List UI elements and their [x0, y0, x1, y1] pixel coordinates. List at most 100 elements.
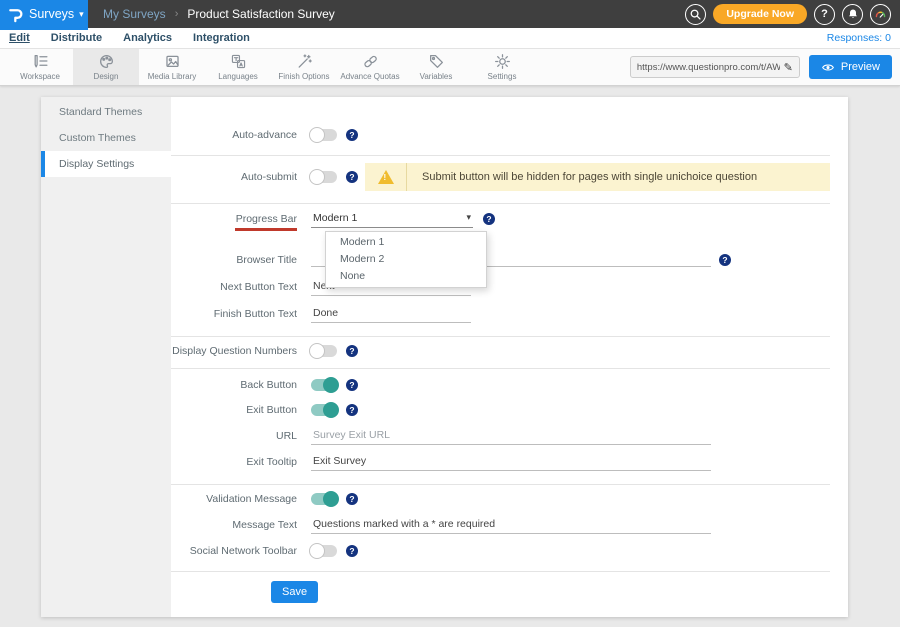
auto-submit-help-icon[interactable]	[346, 171, 358, 183]
survey-url-field[interactable]: https://www.questionpro.com/t/AW22Zh44 ✎	[630, 56, 800, 78]
message-text-label: Message Text	[171, 519, 311, 531]
divider	[171, 571, 830, 572]
toolbar-media-library-label: Media Library	[148, 72, 196, 81]
surveys-product-menu[interactable]: Surveys ▾	[0, 0, 88, 28]
design-palette-icon	[98, 53, 115, 70]
edit-url-icon[interactable]: ✎	[784, 61, 793, 74]
toolbar-advance-quotas[interactable]: Advance Quotas	[337, 49, 403, 85]
gauge-icon	[874, 8, 887, 21]
nav-tab-analytics[interactable]: Analytics	[123, 32, 172, 44]
browser-title-label: Browser Title	[171, 254, 311, 266]
auto-submit-warning: Submit button will be hidden for pages w…	[365, 163, 830, 191]
exit-url-row: URL Survey Exit URL	[171, 426, 848, 446]
nav-tab-edit[interactable]: Edit	[9, 32, 30, 44]
dropdown-option-modern-2[interactable]: Modern 2	[326, 251, 486, 268]
questionpro-logo-icon	[7, 6, 24, 23]
back-button-row: Back Button	[171, 375, 848, 395]
themes-sidebar: Standard Themes Custom Themes Display Se…	[41, 97, 171, 617]
nav-tab-distribute[interactable]: Distribute	[51, 32, 102, 44]
preview-button[interactable]: Preview	[809, 55, 892, 79]
top-header: Surveys ▾ My Surveys › Product Satisfact…	[0, 0, 900, 28]
divider	[171, 484, 830, 485]
auto-submit-label: Auto-submit	[171, 171, 311, 183]
bell-icon	[847, 8, 859, 20]
display-settings-panel: Standard Themes Custom Themes Display Se…	[41, 97, 848, 617]
divider	[171, 336, 830, 337]
progress-bar-select[interactable]: Modern 1	[311, 210, 473, 228]
validation-message-row: Validation Message	[171, 489, 848, 509]
back-button-toggle[interactable]	[311, 379, 337, 391]
message-text-input[interactable]: Questions marked with a * are required	[311, 516, 711, 534]
settings-icon	[494, 53, 511, 70]
message-text-row: Message Text Questions marked with a * a…	[171, 515, 848, 535]
notifications-button[interactable]	[842, 4, 863, 25]
progress-bar-label: Progress Bar	[171, 213, 311, 225]
sidebar-item-display-settings[interactable]: Display Settings	[41, 151, 171, 177]
usage-meter-button[interactable]	[870, 4, 891, 25]
media-library-icon	[164, 53, 181, 70]
save-button[interactable]: Save	[271, 581, 318, 603]
exit-url-label: URL	[171, 430, 311, 442]
progress-bar-row: Progress Bar Modern 1	[171, 209, 848, 229]
annotation-underline	[235, 228, 297, 231]
product-menu-label: Surveys	[29, 7, 74, 21]
validation-message-toggle[interactable]	[311, 493, 337, 505]
finish-options-icon	[296, 53, 313, 70]
exit-url-input[interactable]: Survey Exit URL	[311, 427, 711, 445]
auto-advance-toggle[interactable]	[311, 129, 337, 141]
exit-button-help-icon[interactable]	[346, 404, 358, 416]
eye-icon	[821, 62, 835, 73]
auto-submit-toggle[interactable]	[311, 171, 337, 183]
search-button[interactable]	[685, 4, 706, 25]
warning-icon-cell	[365, 163, 407, 191]
validation-message-help-icon[interactable]	[346, 493, 358, 505]
browser-title-row: Browser Title	[171, 250, 848, 270]
toolbar-design[interactable]: Design	[73, 49, 139, 85]
browser-title-help-icon[interactable]	[719, 254, 731, 266]
upgrade-now-button[interactable]: Upgrade Now	[713, 4, 807, 24]
toolbar-finish-options[interactable]: Finish Options	[271, 49, 337, 85]
progress-bar-help-icon[interactable]	[483, 213, 495, 225]
workspace-icon	[32, 53, 49, 70]
finish-button-text-label: Finish Button Text	[171, 308, 311, 320]
social-network-toolbar-help-icon[interactable]	[346, 545, 358, 557]
toolbar-finish-options-label: Finish Options	[278, 72, 329, 81]
finish-button-text-input[interactable]: Done	[311, 305, 471, 323]
auto-advance-help-icon[interactable]	[346, 129, 358, 141]
divider	[171, 203, 830, 204]
help-button[interactable]: ?	[814, 4, 835, 25]
languages-icon	[230, 53, 247, 70]
display-question-numbers-help-icon[interactable]	[346, 345, 358, 357]
exit-tooltip-input[interactable]: Exit Survey	[311, 453, 711, 471]
toolbar-media-library[interactable]: Media Library	[139, 49, 205, 85]
caret-down-icon: ▾	[79, 9, 84, 20]
social-network-toolbar-toggle[interactable]	[311, 545, 337, 557]
preview-button-label: Preview	[841, 61, 880, 73]
breadcrumb-my-surveys[interactable]: My Surveys	[103, 7, 166, 21]
sidebar-item-custom-themes[interactable]: Custom Themes	[41, 125, 171, 151]
toolbar-design-label: Design	[94, 72, 119, 81]
display-settings-form: Auto-advance Auto-submit Submit button w…	[171, 97, 848, 617]
back-button-help-icon[interactable]	[346, 379, 358, 391]
toolbar-languages[interactable]: Languages	[205, 49, 271, 85]
sidebar-item-standard-themes[interactable]: Standard Themes	[41, 99, 171, 125]
social-network-toolbar-label: Social Network Toolbar	[171, 545, 311, 557]
progress-bar-dropdown: Modern 1 Modern 2 None	[325, 231, 487, 288]
nav-tab-integration[interactable]: Integration	[193, 32, 250, 44]
breadcrumb-separator: ›	[175, 8, 179, 20]
auto-submit-warning-text: Submit button will be hidden for pages w…	[407, 171, 757, 183]
breadcrumb: My Surveys › Product Satisfaction Survey	[103, 7, 335, 21]
dropdown-option-modern-1[interactable]: Modern 1	[326, 234, 486, 251]
toolbar-settings-label: Settings	[488, 72, 517, 81]
toolbar-variables[interactable]: Variables	[403, 49, 469, 85]
toolbar-settings[interactable]: Settings	[469, 49, 535, 85]
toolbar-workspace-label: Workspace	[20, 72, 60, 81]
dropdown-option-none[interactable]: None	[326, 268, 486, 285]
social-network-toolbar-row: Social Network Toolbar	[171, 541, 848, 561]
display-question-numbers-toggle[interactable]	[311, 345, 337, 357]
toolbar-variables-label: Variables	[420, 72, 453, 81]
toolbar-workspace[interactable]: Workspace	[7, 49, 73, 85]
design-toolbar: Workspace Design Media Library Languages…	[0, 49, 900, 86]
auto-advance-label: Auto-advance	[171, 129, 311, 141]
exit-button-toggle[interactable]	[311, 404, 337, 416]
